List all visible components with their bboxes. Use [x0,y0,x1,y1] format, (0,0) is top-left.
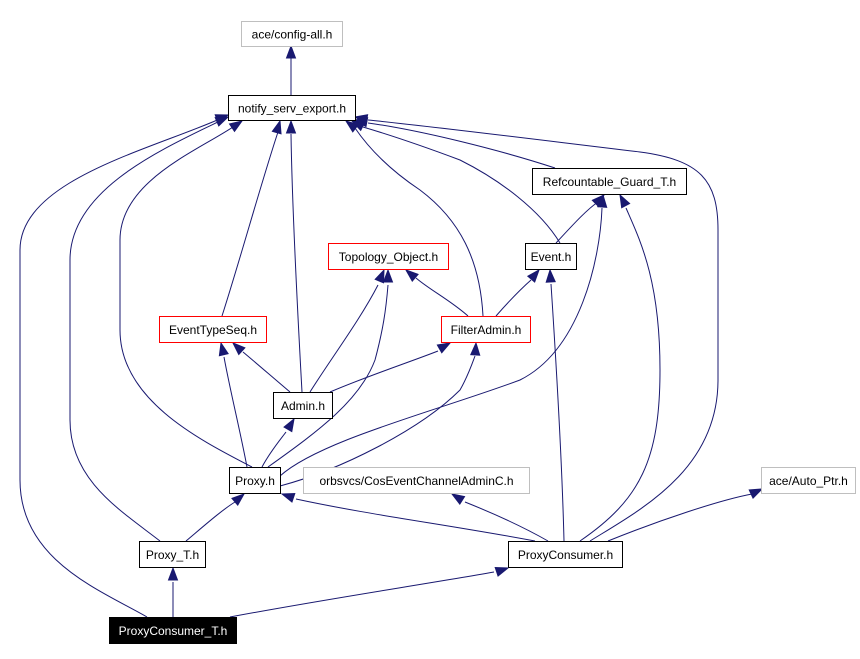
edge-proxy-to-eventtypeseq [218,341,248,468]
edge-line [579,207,661,542]
node-label: FilterAdmin.h [451,323,522,337]
arrowhead-icon [231,493,246,507]
edge-line [550,283,565,542]
arrowhead-icon [748,488,764,500]
edge-eventtypeseq-to-notify_serv_export [221,119,282,317]
edge-filteradmin-to-topology_object [404,269,469,317]
node-label: ace/config-all.h [252,28,333,42]
edge-line [290,133,303,393]
node-label: ProxyConsumer_T.h [119,624,228,638]
node-label: Topology_Object.h [339,250,438,264]
edge-proxyconsumer-to-cos_event_channel [450,493,549,542]
edge-proxy_t-to-proxy [185,493,246,542]
edge-admin-to-notify_serv_export [285,119,303,393]
arrowhead-icon [404,269,419,283]
edge-line [279,355,476,487]
edge-event-to-notify_serv_export [350,120,561,244]
node-admin[interactable]: Admin.h [273,392,333,419]
arrowhead-icon [470,341,481,356]
arrowhead-icon [494,566,510,577]
node-label: Proxy.h [235,474,275,488]
edge-refcountable_guard-to-notify_serv_export [353,117,556,169]
node-label: notify_serv_export.h [238,102,346,116]
node-proxy-t[interactable]: Proxy_T.h [139,541,206,568]
arrowhead-icon [619,193,631,209]
include-dependency-graph: ace/config-all.h notify_serv_export.h Refc… [19,21,856,644]
edge-line [607,493,753,542]
arrowhead-icon [167,566,179,581]
node-label: Proxy_T.h [146,548,199,562]
edge-proxyconsumer-to-proxy [280,492,536,542]
edge-line [119,124,253,468]
edge-event-to-refcountable_guard [555,193,606,244]
edge-line [242,351,291,393]
node-proxy[interactable]: Proxy.h [229,467,281,494]
node-label: Event.h [531,250,572,264]
edge-line [415,277,469,317]
edge-proxy-to-topology_object [267,268,394,468]
edge-filteradmin-to-event [495,268,540,317]
node-refcountable-guard[interactable]: Refcountable_Guard_T.h [532,168,687,195]
edge-line [555,201,599,244]
edge-line [495,279,532,317]
node-label: Admin.h [281,399,325,413]
arrowhead-icon [285,44,297,59]
node-eventtypeseq[interactable]: EventTypeSeq.h [159,316,267,343]
edge-line [464,501,549,542]
arrowhead-icon [214,116,230,127]
edge-proxyconsumer-to-refcountable_guard [579,193,661,542]
arrowhead-icon [382,268,394,283]
arrowhead-icon [374,268,385,284]
edge-line [329,350,439,393]
node-label: Refcountable_Guard_T.h [543,175,676,189]
edge-admin-to-topology_object [309,268,385,393]
node-config-all[interactable]: ace/config-all.h [241,21,343,47]
arrowhead-icon [280,492,296,503]
node-proxyconsumer[interactable]: ProxyConsumer.h [508,541,623,568]
edge-line [221,131,279,317]
node-topology-object[interactable]: Topology_Object.h [328,243,449,270]
edge-filteradmin-to-notify_serv_export [344,120,484,317]
arrowhead-icon [545,268,556,283]
edge-notify_serv_export-to-config_all [285,44,297,95]
edge-line [261,431,287,468]
edge-proxyconsumer_t-to-proxyconsumer [229,566,510,618]
arrowhead-icon [436,342,452,354]
node-label: EventTypeSeq.h [169,323,257,337]
edge-line [185,501,236,542]
node-filteradmin[interactable]: FilterAdmin.h [441,316,531,343]
edge-admin-to-filteradmin [329,342,452,393]
arrowhead-icon [450,493,466,506]
node-auto-ptr[interactable]: ace/Auto_Ptr.h [761,467,856,494]
edge-line [229,571,495,618]
edge-line [295,498,536,542]
edge-line [223,356,248,468]
edge-line [354,127,484,317]
arrowhead-icon [271,119,282,135]
node-label: ProxyConsumer.h [518,548,613,562]
arrowhead-icon [231,342,246,356]
node-event[interactable]: Event.h [525,243,577,270]
arrowhead-icon [283,417,295,433]
node-label: ace/Auto_Ptr.h [769,474,848,488]
node-cos-event-channel[interactable]: orbsvcs/CosEventChannelAdminC.h [303,467,530,494]
edge-proxyconsumer_t-to-proxy_t [167,566,179,617]
edge-admin-to-eventtypeseq [231,342,291,393]
arrowhead-icon [228,120,244,133]
edge-proxy-to-notify_serv_export [119,120,253,468]
arrowhead-icon [285,119,297,134]
node-proxyconsumer-t: ProxyConsumer_T.h [109,617,237,644]
arrowhead-icon [526,268,540,283]
edge-proxyconsumer-to-event [545,268,565,542]
node-notify-serv-export[interactable]: notify_serv_export.h [228,95,356,121]
node-label: orbsvcs/CosEventChannelAdminC.h [319,474,513,488]
edge-line [362,126,561,244]
arrowhead-icon [218,341,229,357]
edges-layer [19,44,764,618]
